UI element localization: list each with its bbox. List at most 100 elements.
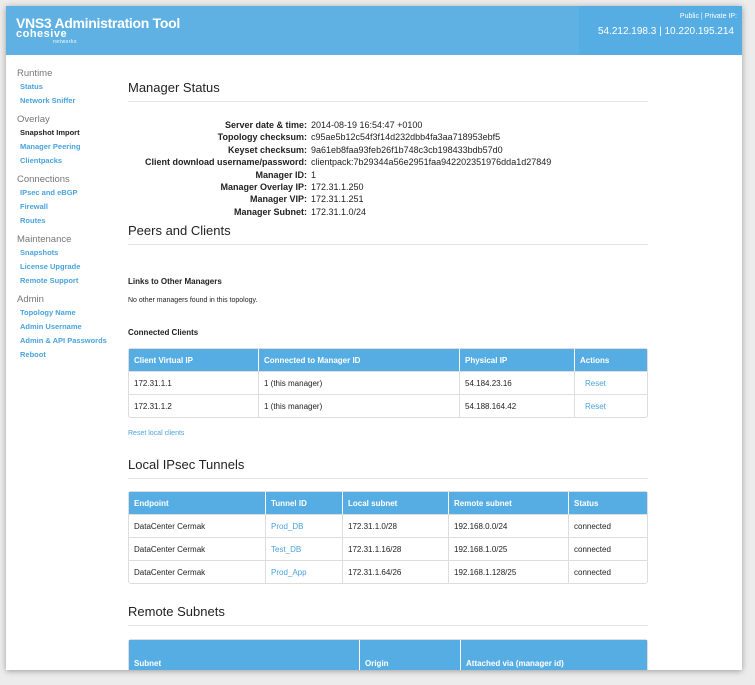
divider xyxy=(128,478,648,479)
cell-text: 172.31.1.16/28 xyxy=(348,544,402,554)
table-cell: Test_DB xyxy=(265,537,342,560)
cell-text: connected xyxy=(574,567,611,577)
divider xyxy=(128,244,648,245)
reset-client-button[interactable]: Reset xyxy=(585,402,606,411)
clients-table: Client Virtual IP Connected to Manager ID… xyxy=(128,348,648,418)
column-header: Origin xyxy=(359,640,460,670)
tunnel-link[interactable]: Test_DB xyxy=(271,545,301,554)
column-header: Client Virtual IP xyxy=(129,349,258,371)
tunnel-link[interactable]: Prod_DB xyxy=(271,522,303,531)
sidebar-item-firewall[interactable]: Firewall xyxy=(17,200,127,214)
cell-text: DataCenter Cermak xyxy=(134,521,206,531)
peers-title: Peers and Clients xyxy=(128,223,231,238)
table-cell: DataCenter Cermak xyxy=(129,514,265,537)
table-cell: connected xyxy=(568,560,647,583)
table-cell: connected xyxy=(568,514,647,537)
table-cell: Reset xyxy=(574,394,647,417)
sidebar-heading: Maintenance xyxy=(17,234,72,245)
table-cell: Prod_App xyxy=(265,560,342,583)
sidebar-heading: Admin xyxy=(17,294,44,305)
column-header: Status xyxy=(568,492,647,514)
field-label: Keyset checksum: xyxy=(227,144,307,155)
sidebar-item-license-upgrade[interactable]: License Upgrade xyxy=(17,260,127,274)
sidebar-item-topology-name[interactable]: Topology Name xyxy=(17,306,127,320)
sidebar-item-manager-peering[interactable]: Manager Peering xyxy=(17,140,127,154)
remote-subnets-table: Subnet Origin Attached via (manager id) xyxy=(128,639,648,670)
status-field: Server date & time: 2014-08-19 16:54:47 +… xyxy=(128,119,648,131)
cell-text: 172.31.1.0/28 xyxy=(348,521,397,531)
column-header: Remote subnet xyxy=(448,492,568,514)
column-header: Attached via (manager id) xyxy=(460,640,647,670)
sidebar-item-routes[interactable]: Routes xyxy=(17,214,127,228)
sidebar-item-clientpacks[interactable]: Clientpacks xyxy=(17,154,127,168)
cell-text: connected xyxy=(574,521,611,531)
tunnel-link[interactable]: Prod_App xyxy=(271,568,307,577)
field-value: 172.31.1.250 xyxy=(311,182,364,193)
cell-text: DataCenter Cermak xyxy=(134,567,206,577)
table-cell: Prod_DB xyxy=(265,514,342,537)
column-header: Physical IP xyxy=(459,349,574,371)
table-cell: connected xyxy=(568,537,647,560)
sidebar-heading: Overlay xyxy=(17,114,50,125)
table-cell: 1 (this manager) xyxy=(258,394,459,417)
column-header: Local subnet xyxy=(342,492,448,514)
table-row: DataCenter Cermak Test_DB 172.31.1.16/28 19… xyxy=(129,537,647,560)
sidebar-item-reboot[interactable]: Reboot xyxy=(17,348,127,362)
column-header: Subnet xyxy=(129,640,359,670)
cell-text: connected xyxy=(574,544,611,554)
table-cell: 172.31.1.16/28 xyxy=(342,537,448,560)
status-field: Manager Subnet: 172.31.1.0/24 xyxy=(128,206,648,218)
column-header: Actions xyxy=(574,349,647,371)
links-title: Links to Other Managers xyxy=(128,277,222,286)
status-field: Topology checksum: c95ae5b12c54f3f14d232d… xyxy=(128,131,648,143)
status-field: Keyset checksum: 9a61eb8faa93feb26f1b748c… xyxy=(128,144,648,156)
table-cell: 192.168.1.0/25 xyxy=(448,537,568,560)
sidebar-item-network-sniffer[interactable]: Network Sniffer xyxy=(17,94,127,108)
table-cell: DataCenter Cermak xyxy=(129,537,265,560)
reset-client-button[interactable]: Reset xyxy=(585,379,606,388)
links-text: No other managers found in this topology… xyxy=(128,297,258,304)
ip-label: Public | Private IP: xyxy=(679,13,737,20)
divider xyxy=(128,101,648,102)
manager-status-title: Manager Status xyxy=(128,80,220,95)
ipsec-table: Endpoint Tunnel ID Local subnet Remote subn… xyxy=(128,491,648,584)
status-field: Manager ID: 1 xyxy=(128,169,648,181)
field-label: Manager VIP: xyxy=(249,194,307,205)
cell-text: DataCenter Cermak xyxy=(134,544,206,554)
sidebar-item-snapshot-import[interactable]: Snapshot Import xyxy=(17,126,127,140)
cell-text: 1 (this manager) xyxy=(264,378,323,388)
table-row: DataCenter Cermak Prod_DB 172.31.1.0/28 192… xyxy=(129,514,647,537)
sidebar-item-ipsec-and-ebgp[interactable]: IPsec and eBGP xyxy=(17,186,127,200)
sidebar-item-status[interactable]: Status xyxy=(17,80,127,94)
cell-text: 172.31.1.1 xyxy=(134,378,172,388)
table-cell: 54.188.164.42 xyxy=(459,394,574,417)
field-label: Client download username/password: xyxy=(144,157,307,168)
column-header: Endpoint xyxy=(129,492,265,514)
sidebar-item-remote-support[interactable]: Remote Support xyxy=(17,274,127,288)
ip-value: 54.212.198.3 | 10.220.195.214 xyxy=(597,26,734,37)
table-row: DataCenter Cermak Prod_App 172.31.1.64/26 1… xyxy=(129,560,647,583)
field-value: c95ae5b12c54f3f14d232dbb4fa3aa718953ebf5 xyxy=(311,132,501,143)
table-cell: Reset xyxy=(574,371,647,394)
cell-text: 192.168.0.0/24 xyxy=(454,521,508,531)
status-field: Manager Overlay IP: 172.31.1.250 xyxy=(128,181,648,193)
field-value: 172.31.1.251 xyxy=(311,194,364,205)
sidebar-item-admin-username[interactable]: Admin Username xyxy=(17,320,127,334)
sidebar-item-admin-api-passwords[interactable]: Admin & API Passwords xyxy=(17,334,127,348)
table-cell: 192.168.0.0/24 xyxy=(448,514,568,537)
browser-window: VNS3 Administration Tool cohesive network… xyxy=(6,6,742,670)
status-field: Manager VIP: 172.31.1.251 xyxy=(128,193,648,205)
table-cell: 172.31.1.2 xyxy=(129,394,258,417)
column-header: Tunnel ID xyxy=(265,492,342,514)
reset-local-clients-link[interactable]: Reset local clients xyxy=(128,430,184,437)
remote-subnets-title: Remote Subnets xyxy=(128,604,225,619)
table-cell: 1 (this manager) xyxy=(258,371,459,394)
sidebar: Runtime Status Network Sniffer Overlay Snaps… xyxy=(17,68,127,362)
cell-text: 192.168.1.128/25 xyxy=(454,567,517,577)
field-label: Manager ID: xyxy=(255,169,307,180)
manager-status-fields: Server date & time: 2014-08-19 16:54:47 +… xyxy=(128,119,648,218)
cohesive-logo: cohesive networks xyxy=(16,29,77,46)
table-cell: 192.168.1.128/25 xyxy=(448,560,568,583)
cell-text: 172.31.1.64/26 xyxy=(348,567,402,577)
sidebar-item-snapshots[interactable]: Snapshots xyxy=(17,246,127,260)
